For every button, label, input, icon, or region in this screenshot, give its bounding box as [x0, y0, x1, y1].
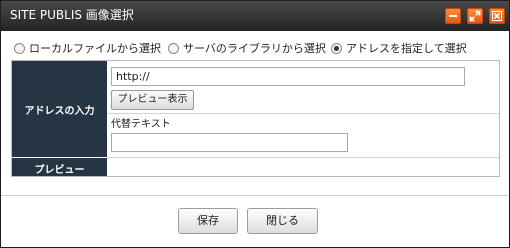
- minimize-button[interactable]: [445, 8, 461, 24]
- row-divider: [107, 113, 499, 114]
- maximize-icon: [469, 10, 481, 22]
- dialog-titlebar[interactable]: SITE PUBLIS 画像選択: [1, 1, 509, 31]
- maximize-button[interactable]: [467, 8, 483, 24]
- row-divider: [107, 157, 499, 158]
- dialog-title: SITE PUBLIS 画像選択: [10, 8, 134, 22]
- address-row-label: アドレスの入力: [24, 106, 95, 117]
- close-button[interactable]: 閉じる: [247, 208, 318, 234]
- footer-divider: [1, 195, 509, 196]
- radio-button-address[interactable]: [331, 43, 342, 54]
- close-window-button[interactable]: [489, 8, 505, 24]
- preview-row-header: プレビュー: [12, 158, 107, 176]
- minimize-icon: [449, 15, 457, 17]
- alt-text-label: 代替テキスト: [111, 119, 171, 130]
- address-form-table: アドレスの入力 プレビュー表示 代替テキスト プレビュー: [11, 60, 500, 177]
- address-row-header: アドレスの入力: [12, 61, 107, 157]
- save-button[interactable]: 保存: [178, 208, 238, 234]
- close-icon: [492, 11, 502, 21]
- radio-label-address[interactable]: アドレスを指定して選択: [346, 41, 467, 56]
- preview-display-button[interactable]: プレビュー表示: [111, 90, 194, 110]
- url-input[interactable]: [111, 67, 465, 86]
- radio-label-local[interactable]: ローカルファイルから選択: [29, 41, 161, 56]
- radio-button-local[interactable]: [14, 43, 25, 54]
- radio-button-server[interactable]: [168, 43, 179, 54]
- radio-label-server[interactable]: サーバのライブラリから選択: [183, 41, 326, 56]
- alt-text-input[interactable]: [111, 133, 348, 152]
- image-select-dialog: SITE PUBLIS 画像選択 ローカルファイルから選択 サーバのライブラリか…: [0, 0, 510, 248]
- preview-row-label: プレビュー: [34, 165, 85, 176]
